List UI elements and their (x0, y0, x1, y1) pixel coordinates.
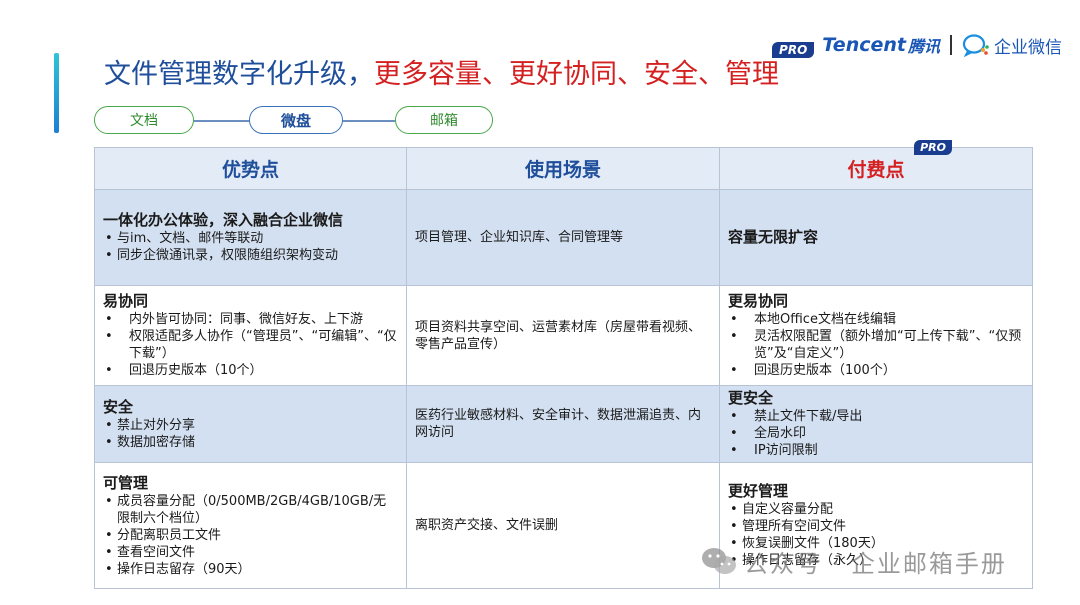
list-item: 分配离职员工文件 (103, 527, 398, 544)
table-row: 安全 禁止对外分享 数据加密存储 医药行业敏感材料、安全审计、数据泄漏追责、内网… (94, 385, 1033, 463)
paid-title: 更好管理 (728, 482, 789, 500)
list-item: 同步企微通讯录，权限随组织架构变动 (103, 247, 398, 264)
advantage-list: 成员容量分配（0/500MB/2GB/4GB/10GB/无限制六个档位） 分配离… (103, 493, 398, 578)
list-item: 成员容量分配（0/500MB/2GB/4GB/10GB/无限制六个档位） (103, 493, 398, 527)
product-pills: 文档 微盘 邮箱 (94, 106, 494, 136)
advantage-cell: 一体化办公体验，深入融合企业微信 与im、文档、邮件等联动 同步企微通讯录，权限… (94, 189, 407, 286)
watermark-text: 公众号 · 企业邮箱手册 (744, 549, 1007, 578)
list-item: 查看空间文件 (103, 544, 398, 561)
pill-connector (343, 120, 395, 122)
watermark: 公众号 · 企业邮箱手册 (700, 543, 1007, 579)
list-item: 灵活权限配置（额外增加“可上传下载”、“仅预览”及“自定义”） (728, 328, 1024, 362)
advantage-list: 内外皆可协同：同事、微信好友、上下游 权限适配多人协作（“管理员”、“可编辑”、… (103, 311, 398, 379)
header-paid: 付费点 PRO (719, 140, 1033, 190)
advantage-cell: 易协同 内外皆可协同：同事、微信好友、上下游 权限适配多人协作（“管理员”、“可… (94, 285, 407, 386)
list-item: 回退历史版本（10个） (103, 362, 398, 379)
paid-cell: 容量无限扩容 (719, 189, 1033, 286)
brand-logo: PRO Tencent 腾讯 企业微信 (772, 30, 1062, 60)
scenario-cell: 项目资料共享空间、运营素材库（房屋带看视频、零售产品宣传） (406, 285, 720, 386)
wecom-wordmark: 企业微信 (994, 37, 1062, 58)
table-row: 一体化办公体验，深入融合企业微信 与im、文档、邮件等联动 同步企微通讯录，权限… (94, 189, 1033, 286)
list-item: 本地Office文档在线编辑 (728, 311, 1024, 328)
scenario-cell: 离职资产交接、文件误删 (406, 462, 720, 589)
wechat-icon (702, 548, 736, 574)
header-pro-badge: PRO (914, 140, 952, 155)
page-title: 文件管理数字化升级，更多容量、更好协同、安全、管理 (104, 55, 779, 95)
tencent-wordmark: Tencent (822, 34, 906, 56)
advantage-title: 可管理 (103, 473, 149, 492)
title-part-1: 文件管理数字化升级， (104, 59, 374, 90)
list-item: 权限适配多人协作（“管理员”、“可编辑”、“仅下载”） (103, 328, 398, 362)
list-item: 内外皆可协同：同事、微信好友、上下游 (103, 311, 398, 328)
paid-cell: 更安全 禁止文件下载/导出 全局水印 IP访问限制 (719, 385, 1033, 463)
list-item: 自定义容量分配 (728, 501, 1024, 518)
advantage-title: 易协同 (103, 292, 149, 310)
list-item: 与im、文档、邮件等联动 (103, 230, 398, 247)
paid-title: 更安全 (728, 389, 774, 407)
advantage-cell: 安全 禁止对外分享 数据加密存储 (94, 385, 407, 463)
pill-mail[interactable]: 邮箱 (395, 106, 493, 134)
paid-title: 更易协同 (728, 292, 789, 310)
list-item: 全局水印 (728, 425, 1024, 442)
paid-cell: 更易协同 本地Office文档在线编辑 灵活权限配置（额外增加“可上传下载”、“… (719, 285, 1033, 386)
header-paid-label: 付费点 (847, 159, 905, 181)
pill-drive[interactable]: 微盘 (249, 106, 343, 134)
list-item: IP访问限制 (728, 442, 1024, 459)
advantage-title: 一体化办公体验，深入融合企业微信 (103, 211, 344, 229)
advantage-cell: 可管理 成员容量分配（0/500MB/2GB/4GB/10GB/无限制六个档位）… (94, 462, 407, 589)
list-item: 禁止对外分享 (103, 417, 398, 434)
advantage-list: 与im、文档、邮件等联动 同步企微通讯录，权限随组织架构变动 (103, 230, 398, 264)
header-advantages: 优势点 (94, 147, 407, 190)
advantage-list: 禁止对外分享 数据加密存储 (103, 417, 398, 451)
accent-bar (54, 53, 59, 133)
paid-list: 本地Office文档在线编辑 灵活权限配置（额外增加“可上传下载”、“仅预览”及… (728, 311, 1024, 379)
scenario-cell: 项目管理、企业知识库、合同管理等 (406, 189, 720, 286)
pro-badge: PRO (772, 42, 815, 58)
scenario-cell: 医药行业敏感材料、安全审计、数据泄漏追责、内网访问 (406, 385, 720, 463)
title-part-2: 更多容量、更好协同、安全、管理 (374, 59, 779, 90)
pill-connector (194, 120, 249, 122)
table-row: 易协同 内外皆可协同：同事、微信好友、上下游 权限适配多人协作（“管理员”、“可… (94, 285, 1033, 386)
list-item: 操作日志留存（90天） (103, 561, 398, 578)
header-scenarios: 使用场景 (406, 147, 720, 190)
table-header-row: 优势点 使用场景 付费点 PRO (94, 140, 1033, 190)
advantage-title: 安全 (103, 397, 134, 416)
paid-title: 容量无限扩容 (728, 228, 819, 246)
list-item: 回退历史版本（100个） (728, 362, 1024, 379)
wecom-icon (962, 34, 989, 57)
brand-separator (950, 35, 952, 55)
paid-list: 禁止文件下载/导出 全局水印 IP访问限制 (728, 408, 1024, 459)
list-item: 管理所有空间文件 (728, 518, 1024, 535)
pill-docs[interactable]: 文档 (94, 106, 194, 134)
comparison-table: 优势点 使用场景 付费点 PRO 一体化办公体验，深入融合企业微信 与im、文档、… (94, 140, 1033, 589)
list-item: 禁止文件下载/导出 (728, 408, 1024, 425)
tencent-cn-wordmark: 腾讯 (907, 37, 940, 56)
list-item: 数据加密存储 (103, 434, 398, 451)
